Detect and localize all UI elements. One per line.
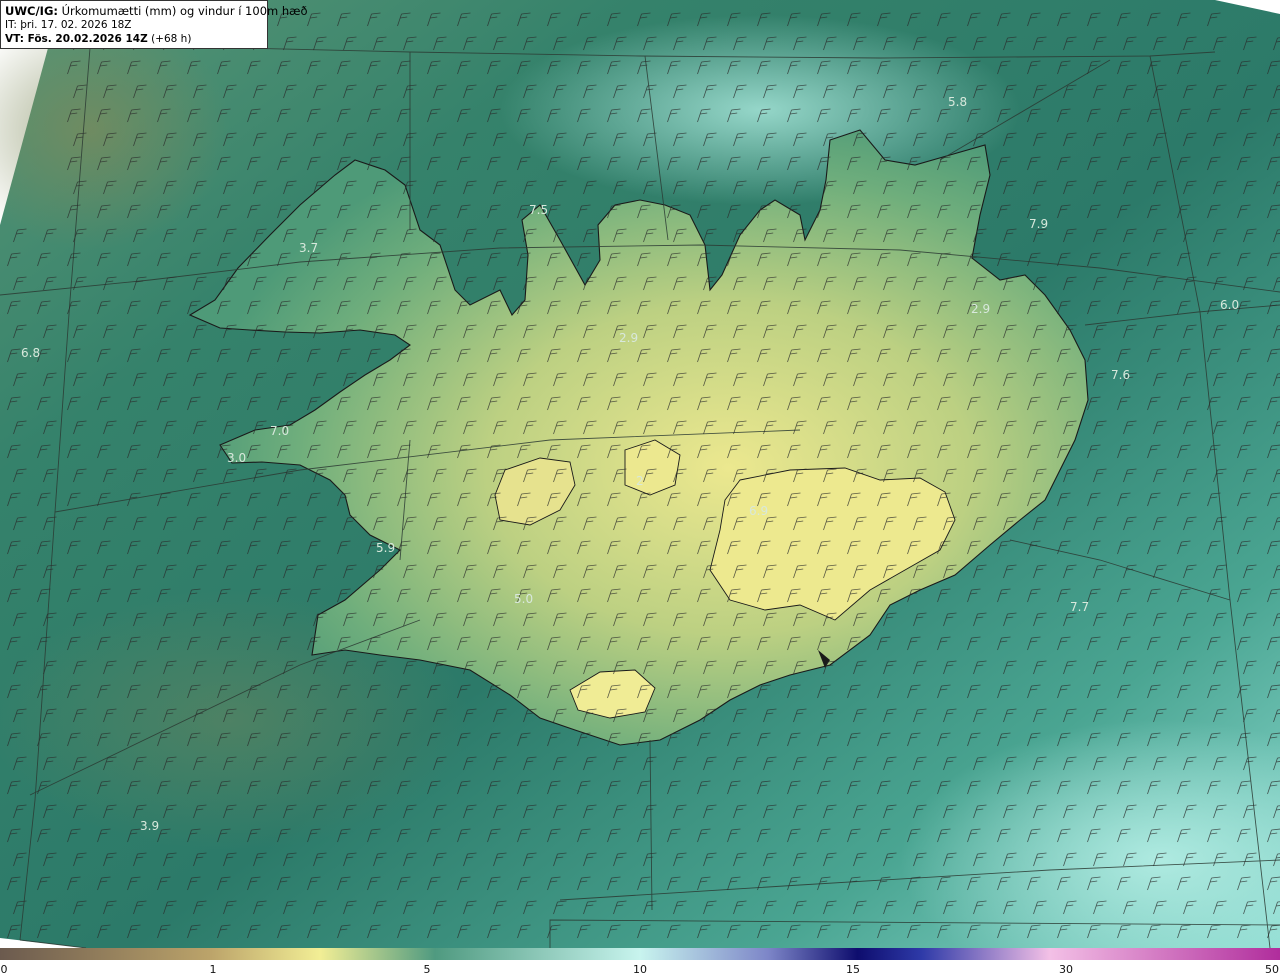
value-label: 2.9 <box>971 302 990 316</box>
value-label: 6.9 <box>749 504 768 518</box>
colorbar-tick: 5 <box>423 963 431 976</box>
colorbar-tick: 50 <box>1265 963 1279 976</box>
value-label: 6.8 <box>21 346 40 360</box>
colorbar-tick: 0 <box>0 963 8 976</box>
colorbar-ticks: 0 1 5 10 15 30 50 <box>0 960 1280 978</box>
colorbar-tick: 10 <box>633 963 647 976</box>
valid-time-line: VT: Fös. 20.02.2026 14Z (+68 h) <box>5 32 263 46</box>
map-title: UWC/IG: Úrkomumætti (mm) og vindur í 100… <box>5 4 308 18</box>
value-label: 2.9 <box>619 331 638 345</box>
value-label: 7.9 <box>1029 217 1048 231</box>
value-label: 5.9 <box>376 541 395 555</box>
value-label: 3.9 <box>140 819 159 833</box>
value-label: 3.0 <box>227 451 246 465</box>
colorbar-tick: 1 <box>209 963 217 976</box>
forecast-offset: (+68 h) <box>151 33 192 45</box>
value-label: 6.0 <box>1220 298 1239 312</box>
value-label: 5.8 <box>948 95 967 109</box>
colorbar <box>0 948 1280 960</box>
value-label: 7.5 <box>529 203 548 217</box>
map-header: UWC/IG: Úrkomumætti (mm) og vindur í 100… <box>0 0 308 49</box>
weather-map: 5.8 7.5 3.7 7.9 6.0 2.9 2.9 6.8 7.6 7.0 … <box>0 0 1280 948</box>
value-label: 7.7 <box>1070 600 1089 614</box>
value-label: 5.0 <box>514 592 533 606</box>
value-label: 3.7 <box>299 241 318 255</box>
colorbar-tick: 30 <box>1059 963 1073 976</box>
valid-time: VT: Fös. 20.02.2026 14Z <box>5 33 148 45</box>
model-prefix: UWC/IG: <box>5 4 58 18</box>
colorbar-tick: 15 <box>846 963 860 976</box>
value-label: 7.0 <box>270 424 289 438</box>
value-label: 2 <box>636 474 644 488</box>
init-time: IT: þri. 17. 02. 2026 18Z <box>5 19 132 31</box>
value-label: 7.6 <box>1111 368 1130 382</box>
field-title: Úrkomumætti (mm) og vindur í 100m hæð <box>61 4 308 18</box>
